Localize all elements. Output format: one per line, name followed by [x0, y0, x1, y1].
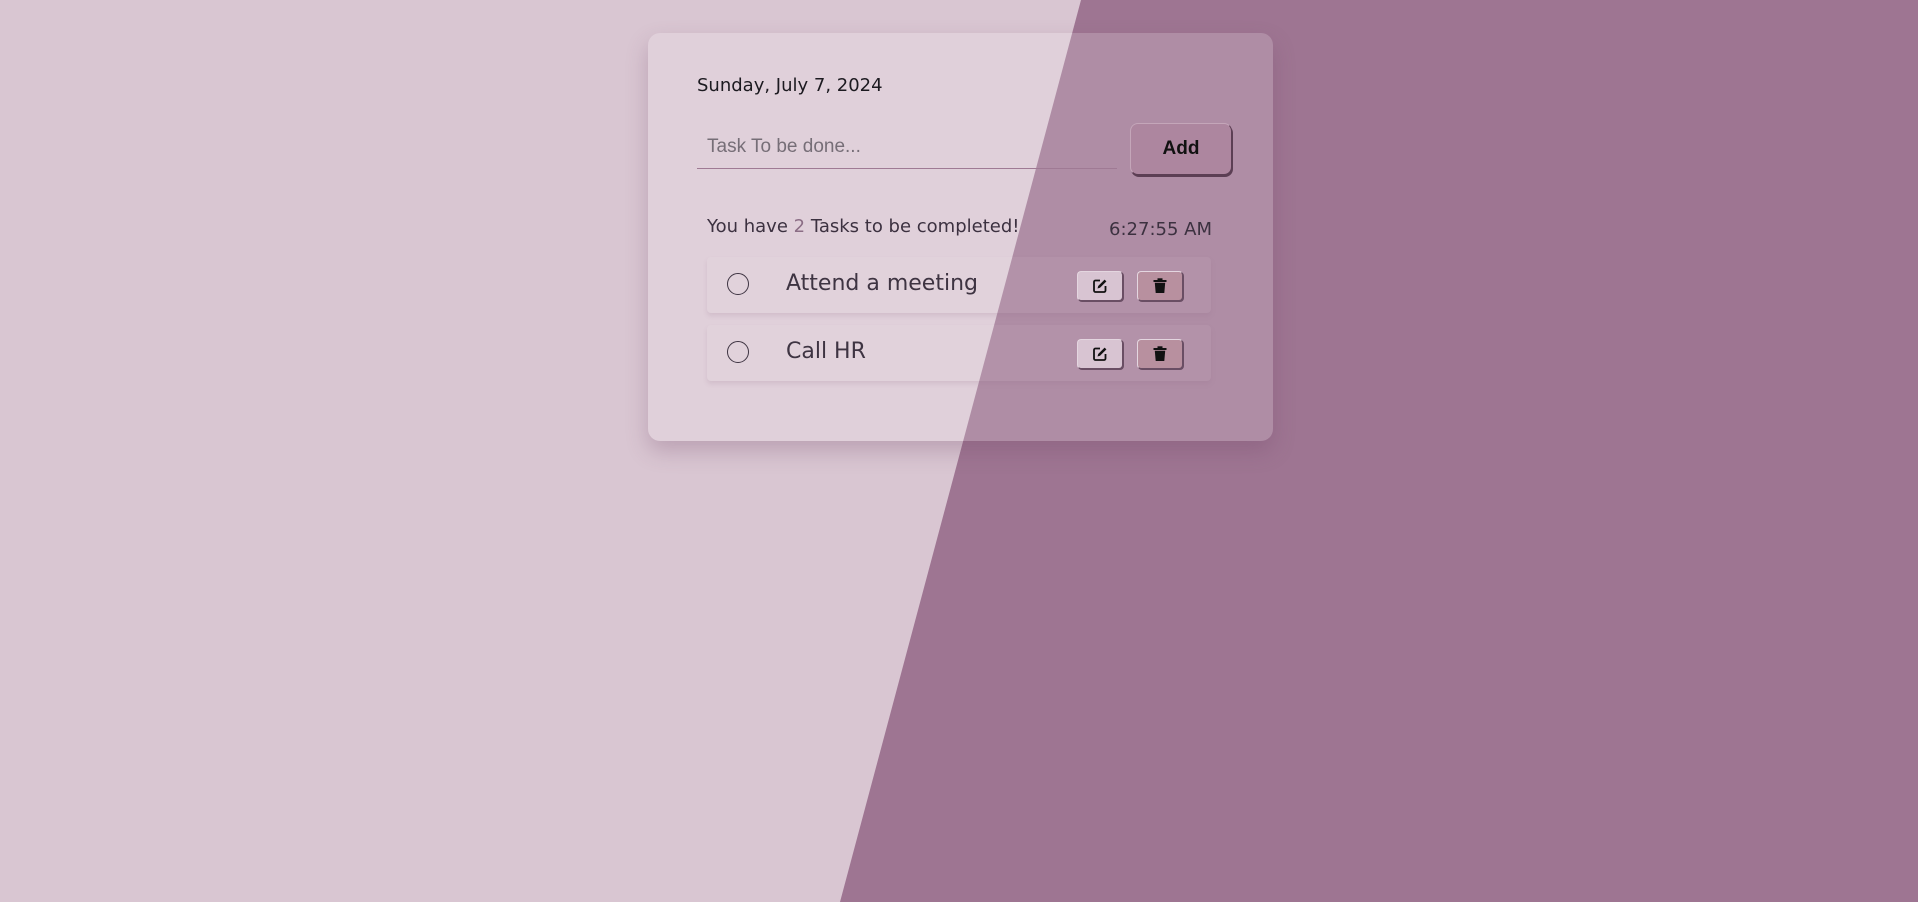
delete-task-button[interactable]: [1137, 271, 1183, 301]
summary-prefix: You have: [707, 216, 794, 237]
current-date: Sunday, July 7, 2024: [697, 75, 883, 96]
edit-task-button[interactable]: [1077, 271, 1123, 301]
delete-task-button[interactable]: [1137, 339, 1183, 369]
add-task-button[interactable]: Add: [1130, 123, 1232, 175]
summary-suffix: Tasks to be completed!: [805, 216, 1020, 237]
trash-icon: [1153, 346, 1167, 361]
edit-icon: [1093, 347, 1107, 361]
edit-icon: [1093, 279, 1107, 293]
task-checkbox[interactable]: [727, 341, 749, 363]
task-checkbox[interactable]: [727, 273, 749, 295]
task-summary: You have 2 Tasks to be completed!: [707, 216, 1020, 237]
current-time: 6:27:55 AM: [1109, 219, 1212, 240]
task-count: 2: [793, 216, 806, 237]
trash-icon: [1153, 278, 1167, 293]
edit-task-button[interactable]: [1077, 339, 1123, 369]
task-text: Attend a meeting: [786, 271, 978, 296]
todo-card: Sunday, July 7, 2024 Add You have 2 Task…: [648, 33, 1273, 441]
task-text: Call HR: [786, 339, 866, 364]
task-list: Attend a meeting Call HR: [707, 257, 1211, 393]
task-item: Attend a meeting: [707, 257, 1211, 313]
task-input[interactable]: [697, 125, 1117, 169]
task-item: Call HR: [707, 325, 1211, 381]
